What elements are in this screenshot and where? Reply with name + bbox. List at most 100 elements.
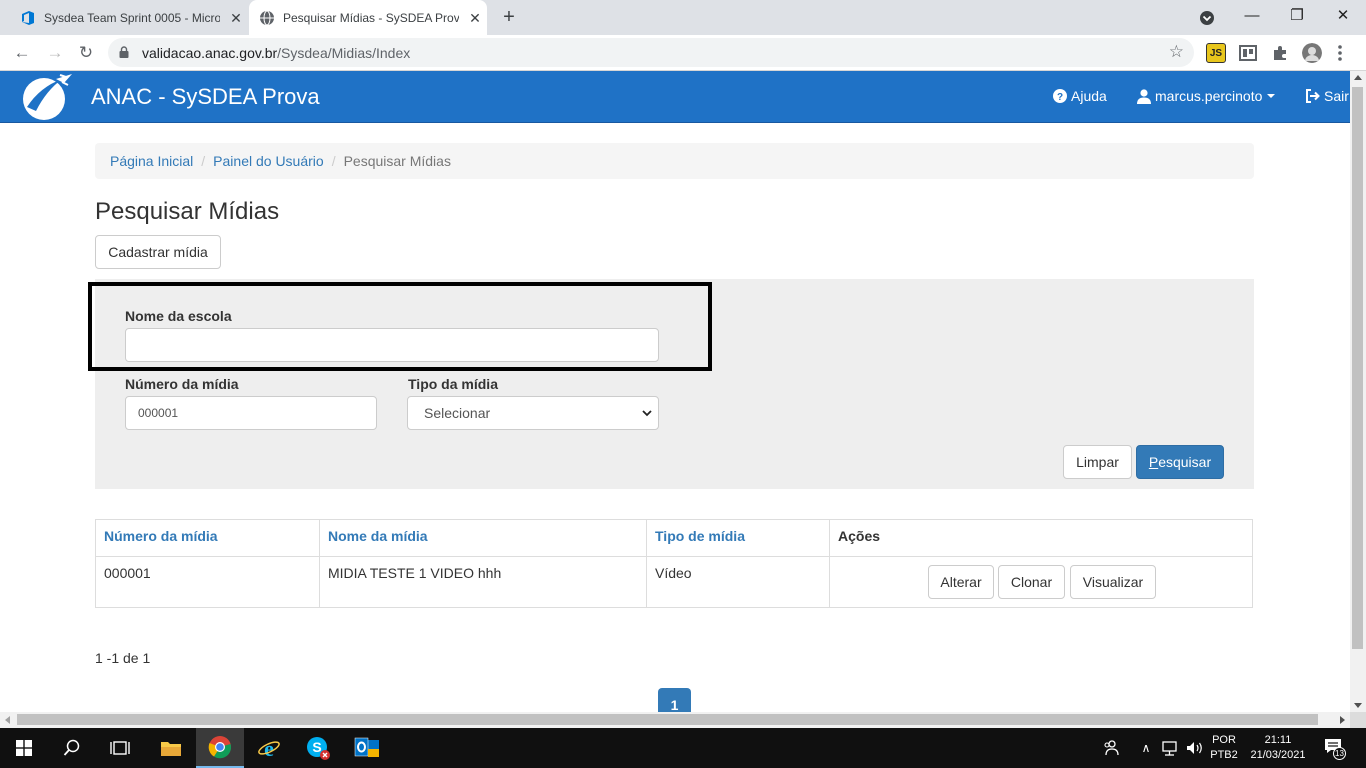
folder-icon: [161, 742, 181, 756]
language-code: POR: [1212, 734, 1236, 746]
url-text: validacao.anac.gov.br/Sysdea/Midias/Inde…: [142, 45, 410, 61]
column-header-actions: Ações: [829, 519, 1253, 557]
column-header-number[interactable]: Número da mídia: [95, 519, 320, 557]
column-header-type[interactable]: Tipo de mídia: [646, 519, 830, 557]
task-view-button[interactable]: [96, 728, 144, 768]
browser-menu-icon[interactable]: [1334, 43, 1346, 63]
media-type-select[interactable]: Selecionar: [407, 396, 659, 430]
breadcrumb: Página Inicial / Painel do Usuário / Pesquis…: [95, 143, 1254, 179]
school-name-label: Nome da escola: [125, 308, 232, 324]
column-header-name[interactable]: Nome da mídia: [319, 519, 647, 557]
url-path: /Sysdea/Midias/Index: [277, 45, 411, 61]
keyboard-layout: PTB2: [1210, 749, 1238, 761]
brand-title[interactable]: ANAC - SySDEA Prova: [91, 84, 320, 110]
board-extension-icon[interactable]: [1238, 43, 1258, 63]
scroll-down-icon[interactable]: [1354, 703, 1362, 708]
js-extension-icon[interactable]: JS: [1206, 43, 1226, 63]
new-tab-icon[interactable]: +: [498, 6, 520, 28]
clear-button[interactable]: Limpar: [1063, 445, 1132, 479]
start-button[interactable]: [0, 728, 48, 768]
people-icon[interactable]: [1103, 739, 1119, 757]
vertical-scrollbar[interactable]: [1350, 71, 1366, 712]
notification-count: 13: [1333, 747, 1346, 760]
school-name-input[interactable]: [125, 328, 659, 362]
page-title: Pesquisar Mídias: [95, 198, 280, 225]
svg-text:S: S: [312, 739, 321, 755]
browser-tab-azure-devops[interactable]: Sysdea Team Sprint 0005 - Microsoft ✕: [20, 0, 245, 35]
caret-down-icon: [1267, 94, 1276, 98]
show-hidden-icons-chevron-up-icon[interactable]: ∧: [1137, 739, 1155, 757]
vertical-scroll-thumb[interactable]: [1352, 87, 1363, 649]
volume-icon[interactable]: [1186, 740, 1204, 756]
media-type-label: Tipo da mídia: [408, 376, 498, 392]
edit-button[interactable]: Alterar: [928, 565, 994, 599]
clock-time: 21:11: [1264, 734, 1292, 746]
user-icon: [1137, 88, 1151, 104]
breadcrumb-separator: /: [201, 153, 206, 169]
browser-tab-active[interactable]: Pesquisar Mídias - SySDEA Prova ✕: [249, 0, 487, 35]
azure-devops-icon: [22, 10, 34, 25]
input-language-indicator[interactable]: POR PTB2: [1208, 733, 1240, 763]
user-menu[interactable]: marcus.percinoto: [1137, 88, 1276, 104]
taskbar-chrome[interactable]: [196, 728, 244, 768]
chrome-icon: [208, 736, 232, 759]
horizontal-scroll-thumb[interactable]: [17, 714, 1318, 725]
logout-link[interactable]: Sair: [1305, 88, 1349, 104]
cell-actions: Alterar Clonar Visualizar: [829, 556, 1253, 608]
taskbar-internet-explorer[interactable]: e: [245, 728, 293, 768]
globe-icon: [260, 10, 274, 25]
internet-explorer-icon: e: [258, 736, 280, 760]
system-clock[interactable]: 21:11 21/03/2021: [1242, 733, 1314, 763]
media-number-input[interactable]: [125, 396, 377, 430]
forward-icon[interactable]: →: [43, 41, 67, 65]
search-button-label: esquisar: [1158, 454, 1212, 470]
close-tab-icon[interactable]: ✕: [467, 10, 483, 26]
profile-avatar[interactable]: [1302, 43, 1322, 63]
breadcrumb-user-panel[interactable]: Painel do Usuário: [213, 153, 324, 169]
taskbar-search-button[interactable]: [48, 728, 96, 768]
view-button[interactable]: Visualizar: [1070, 565, 1156, 599]
tab-title: Pesquisar Mídias - SySDEA Prova: [283, 10, 459, 25]
search-icon: [63, 739, 80, 756]
address-bar[interactable]: validacao.anac.gov.br/Sysdea/Midias/Inde…: [108, 38, 1194, 67]
windows-logo-icon: [16, 740, 32, 756]
back-icon[interactable]: ←: [10, 41, 34, 65]
horizontal-scrollbar[interactable]: [0, 712, 1350, 728]
puzzle-extensions-icon[interactable]: [1270, 43, 1290, 63]
clock-date: 21/03/2021: [1250, 749, 1306, 761]
bookmark-star-icon[interactable]: ☆: [1169, 42, 1184, 62]
page-1-button[interactable]: 1: [658, 688, 691, 714]
action-center-button[interactable]: 13: [1324, 738, 1346, 760]
tab-search-icon[interactable]: [1199, 10, 1215, 26]
browser-tab-bar: Sysdea Team Sprint 0005 - Microsoft ✕ Pe…: [0, 0, 1366, 35]
register-media-button[interactable]: Cadastrar mídia: [95, 235, 221, 269]
restore-icon[interactable]: ❐: [1285, 4, 1309, 28]
taskbar-skype[interactable]: S: [294, 728, 342, 768]
lock-icon: [119, 46, 129, 58]
media-type-selected: Selecionar: [424, 405, 491, 421]
results-table: Número da mídia Nome da mídia Tipo de mí…: [95, 519, 1253, 608]
breadcrumb-home[interactable]: Página Inicial: [110, 153, 193, 169]
taskbar-file-explorer[interactable]: [147, 728, 195, 768]
search-button[interactable]: Pesquisar: [1136, 445, 1224, 479]
reload-icon[interactable]: ↻: [74, 41, 98, 65]
network-icon[interactable]: [1162, 740, 1180, 756]
skype-icon: S: [307, 737, 330, 760]
browser-toolbar: ← → ↻ validacao.anac.gov.br/Sysdea/Midia…: [0, 35, 1366, 71]
sign-out-icon: [1305, 89, 1320, 103]
close-tab-icon[interactable]: ✕: [228, 10, 244, 26]
anac-logo[interactable]: [16, 73, 74, 121]
tab-title: Sysdea Team Sprint 0005 - Microsoft: [44, 10, 220, 25]
minimize-icon[interactable]: —: [1240, 4, 1264, 28]
scroll-right-icon[interactable]: [1340, 716, 1345, 724]
clone-button[interactable]: Clonar: [998, 565, 1065, 599]
table-row: 000001 MIDIA TESTE 1 VIDEO hhh Vídeo Alt…: [95, 556, 1253, 608]
taskbar-outlook[interactable]: [343, 728, 391, 768]
media-number-label: Número da mídia: [125, 376, 239, 392]
help-link[interactable]: ? Ajuda: [1053, 88, 1107, 104]
user-name: marcus.percinoto: [1155, 88, 1263, 104]
window-close-icon[interactable]: ✕: [1331, 4, 1355, 28]
table-header-row: Número da mídia Nome da mídia Tipo de mí…: [95, 519, 1253, 557]
scroll-left-icon[interactable]: [5, 716, 10, 724]
scroll-up-icon[interactable]: [1354, 75, 1362, 80]
